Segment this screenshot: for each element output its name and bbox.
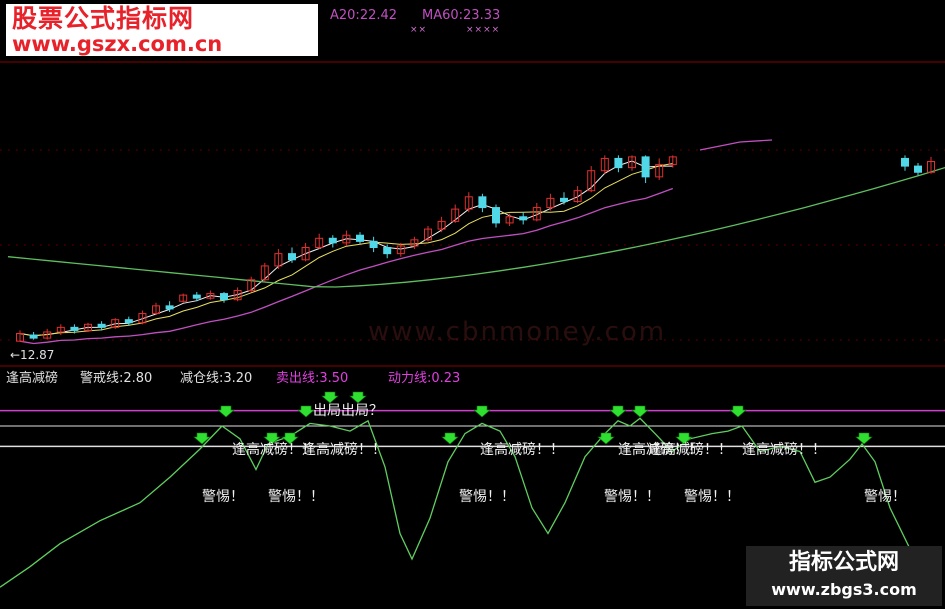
- badge-title: 指标公式网: [788, 550, 899, 575]
- buy-signal-arrow-icon: [609, 405, 627, 418]
- moving-average-lines: [7, 139, 945, 345]
- indicator-power-line-label: 动力线:0.23: [388, 371, 461, 386]
- warning-annotation: 警惕！！: [459, 489, 515, 505]
- warning-annotation: 警惕！: [864, 489, 906, 505]
- candle-body: [356, 234, 364, 242]
- buy-signal-arrow-icon: [193, 432, 211, 445]
- candle-body: [70, 326, 79, 331]
- candle-body: [560, 197, 568, 202]
- candle-body: [97, 323, 106, 328]
- buy-signal-arrow-icon: [349, 391, 367, 404]
- indicator-name: 逢高减磅: [6, 371, 59, 386]
- candle-body: [914, 165, 922, 173]
- indicator-warn-line-label: 警戒线:2.80: [80, 371, 153, 386]
- ma20-line-tail: [699, 139, 773, 151]
- ma-mid-line: [19, 163, 673, 337]
- buy-signal-arrow-icon: [729, 405, 747, 418]
- candle-body: [29, 334, 38, 339]
- candle-body: [288, 253, 296, 261]
- buy-signal-arrow-icon: [217, 405, 235, 418]
- ma20-label: A20:22.42: [330, 8, 398, 23]
- candle-body: [641, 156, 650, 178]
- site-watermark-logo: 股票公式指标网 www.gszx.com.cn: [6, 4, 318, 56]
- indicator-reduce-line-label: 减仓线:3.20: [180, 371, 253, 386]
- ma-marks-b: ××××: [466, 25, 501, 35]
- buy-signal-arrow-icon: [473, 405, 491, 418]
- ma-marks-a: ××: [410, 25, 428, 35]
- sell-signal-annotation: 逢高减磅！！: [742, 442, 826, 458]
- stock-chart-canvas: [0, 61, 945, 588]
- candle-body: [165, 305, 174, 310]
- sell-signal-annotation: 逢高减磅！！: [648, 442, 732, 458]
- candle-body: [328, 237, 337, 244]
- sell-signal-annotation: 逢高减磅！！: [302, 442, 386, 458]
- candle-body: [492, 207, 500, 224]
- watermark-site-name: 股票公式指标网: [12, 4, 195, 33]
- candle-body: [124, 319, 133, 324]
- warning-annotation: 警惕！！: [684, 489, 740, 505]
- candle-body: [519, 216, 528, 221]
- candle-body: [383, 247, 392, 255]
- buy-signal-arrow-icon: [321, 391, 339, 404]
- candlestick-series: [16, 155, 935, 342]
- indicator-sell-line-label: 卖出线:3.50: [276, 371, 349, 386]
- candle-body: [220, 293, 228, 301]
- warning-annotation: 警惕！: [202, 489, 244, 505]
- price-low-label: ←12.87: [10, 348, 55, 362]
- buy-signal-arrow-icon: [297, 405, 315, 418]
- warning-annotation: 警惕！！: [604, 489, 660, 505]
- exit-annotation: 出局出局？: [313, 403, 383, 419]
- buy-signal-arrow-icon: [441, 432, 459, 445]
- candle-body: [614, 157, 623, 169]
- ma60-line: [7, 166, 945, 288]
- watermark-site-url: www.gszx.com.cn: [12, 32, 223, 56]
- buy-signal-arrow-icon: [631, 405, 649, 418]
- candle-body: [369, 240, 378, 249]
- center-watermark: www.cbnmoney.com: [368, 317, 667, 347]
- ma-short-line: [19, 160, 673, 337]
- candle-body: [192, 294, 201, 299]
- badge-url: www.zbgs3.com: [771, 580, 917, 599]
- warning-annotation: 警惕！！: [268, 489, 324, 505]
- corner-watermark-badge: 指标公式网 www.zbgs3.com: [746, 546, 942, 606]
- sell-signal-annotation: 逢高减磅！！: [480, 442, 564, 458]
- candle-body: [901, 157, 909, 167]
- candle-body: [478, 196, 487, 209]
- buy-signal-arrow-icon: [597, 432, 615, 445]
- ma60-label: MA60:23.33: [422, 8, 501, 23]
- buy-signal-arrow-icon: [855, 432, 873, 445]
